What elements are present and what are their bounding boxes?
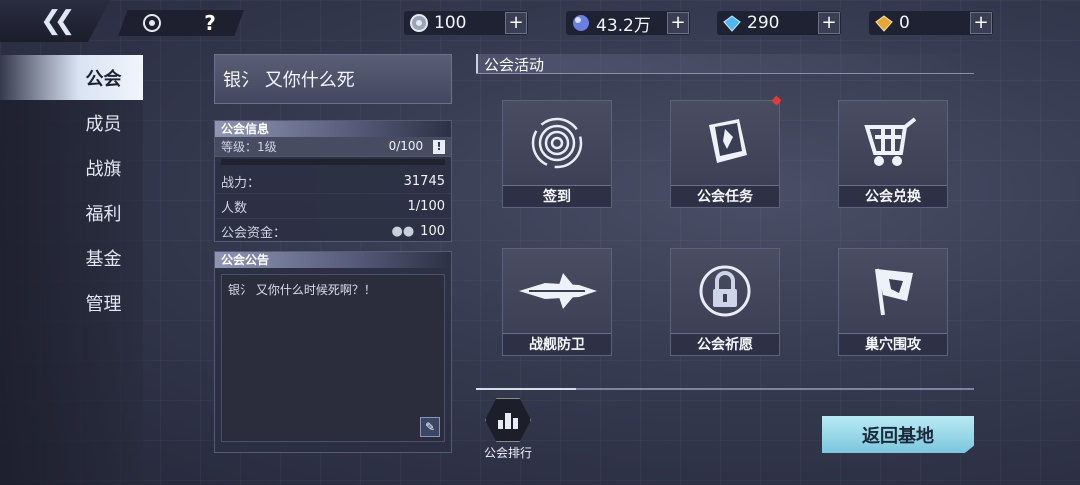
activity-label: 公会任务 <box>671 185 779 207</box>
guild-notice-text: 银氵 又你什么时候死啊？！ ✎ <box>221 274 445 442</box>
divider <box>476 388 974 390</box>
sidebar-item-guild[interactable]: 公会 <box>0 55 143 100</box>
flag-icon <box>839 249 947 333</box>
quest-book-icon <box>671 101 779 185</box>
shopping-cart-icon <box>839 101 947 185</box>
level-progress-text: 0/100 <box>388 139 424 153</box>
members-row: 人数 1/100 <box>215 194 451 219</box>
gold-gem-icon <box>873 12 895 34</box>
level-info-icon[interactable]: ! <box>433 140 445 154</box>
activity-card-checkin[interactable]: 签到 <box>502 100 612 208</box>
crystal-orb-icon <box>570 12 592 34</box>
divider-highlight <box>476 388 576 390</box>
add-diamond-button[interactable]: + <box>818 12 840 34</box>
padlock-icon <box>671 249 779 333</box>
resource-value: 290 <box>747 13 780 33</box>
activity-label: 战舰防卫 <box>503 333 611 355</box>
activity-card-warship-defense[interactable]: 战舰防卫 <box>502 248 612 356</box>
activity-card-prayer[interactable]: 公会祈愿 <box>670 248 780 356</box>
level-progress-bar <box>221 159 445 165</box>
record-button[interactable] <box>118 10 186 36</box>
resource-diamond: 290 + <box>717 11 841 35</box>
notice-content: 银氵 又你什么时候死啊？！ <box>228 283 376 297</box>
guild-notice-title: 公会公告 <box>215 252 451 268</box>
guild-name: 银氵 又你什么死 <box>214 54 452 104</box>
activity-label: 公会祈愿 <box>671 333 779 355</box>
resource-value: 0 <box>899 13 910 33</box>
ranking-icon <box>485 398 531 442</box>
members-label: 人数 <box>221 200 248 216</box>
guild-notice-panel: 公会公告 银氵 又你什么时候死啊？！ ✎ <box>214 251 452 453</box>
funds-value: 100 <box>420 224 445 239</box>
activity-label: 公会兑换 <box>839 185 947 207</box>
activity-card-nest-siege[interactable]: 巢穴围攻 <box>838 248 948 356</box>
activity-label: 签到 <box>503 185 611 207</box>
return-base-button[interactable]: 返回基地 <box>822 416 974 453</box>
funds-row: 公会资金： ●● 100 <box>215 219 451 244</box>
silver-coin-icon <box>408 12 430 34</box>
sidebar-item-banner[interactable]: 战旗 <box>0 145 143 190</box>
activity-card-exchange[interactable]: 公会兑换 <box>838 100 948 208</box>
level-label: 等级：1级 <box>221 140 277 154</box>
activities-title-line <box>476 73 974 74</box>
guild-ranking-label: 公会排行 <box>483 446 532 460</box>
add-silver-button[interactable]: + <box>505 12 527 34</box>
warship-icon <box>503 249 611 333</box>
sidebar-item-manage[interactable]: 管理 <box>0 280 143 325</box>
blue-diamond-icon <box>721 12 743 34</box>
circle-icon <box>143 14 161 32</box>
sidebar-item-fund[interactable]: 基金 <box>0 235 143 280</box>
power-value: 31745 <box>403 173 445 189</box>
resource-gem: 0 + <box>869 11 993 35</box>
funds-label: 公会资金： <box>221 226 287 241</box>
top-bar: ❮❮ ? 100 + 43.2万 + 290 + 0 + <box>0 0 1080 44</box>
activity-card-tasks[interactable]: 公会任务 <box>670 100 780 208</box>
resource-value: 43.2万 <box>596 15 651 36</box>
power-row: 战力： 31745 <box>215 169 451 194</box>
guild-info-panel: 公会信息 等级：1级 0/100 ! 战力： 31745 人数 1/100 公会… <box>214 120 452 242</box>
guild-ranking-button[interactable]: 公会排行 <box>476 398 540 460</box>
pencil-icon: ✎ <box>424 420 436 434</box>
help-button[interactable]: ? <box>176 10 244 36</box>
power-label: 战力： <box>221 175 261 191</box>
level-row: 等级：1级 0/100 ! <box>215 137 451 157</box>
guild-info-title: 公会信息 <box>215 121 451 137</box>
coins-icon: ●● <box>391 224 415 239</box>
edit-notice-button[interactable]: ✎ <box>420 417 440 437</box>
resource-silver: 100 + <box>404 11 528 35</box>
add-gem-button[interactable]: + <box>970 12 992 34</box>
fingerprint-icon <box>503 101 611 185</box>
resource-crystal: 43.2万 + <box>566 11 690 36</box>
sidebar: 公会 成员 战旗 福利 基金 管理 <box>0 55 143 485</box>
resource-value: 100 <box>434 13 467 33</box>
activities-title: 公会活动 <box>476 54 974 74</box>
activity-label: 巢穴围攻 <box>839 333 947 355</box>
members-value: 1/100 <box>407 198 445 214</box>
chevron-double-left-icon: ❮❮ <box>40 6 75 36</box>
add-crystal-button[interactable]: + <box>667 12 689 34</box>
sidebar-item-members[interactable]: 成员 <box>0 100 143 145</box>
sidebar-item-welfare[interactable]: 福利 <box>0 190 143 235</box>
back-button[interactable]: ❮❮ <box>0 0 110 42</box>
